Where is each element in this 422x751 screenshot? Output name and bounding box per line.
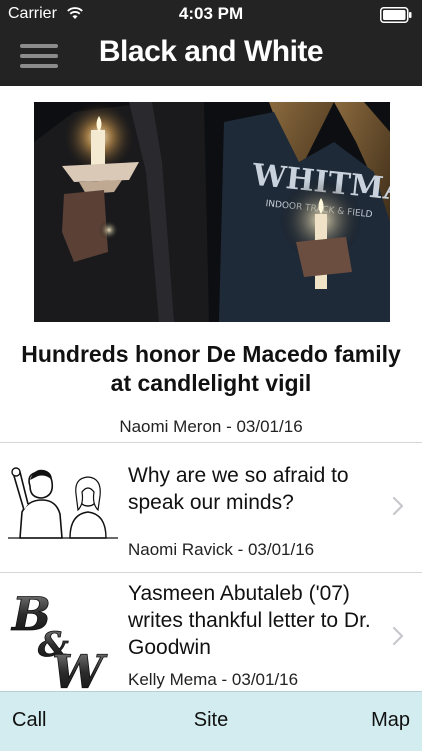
featured-photo: WHITMAN INDOOR TRACK & FIELD	[34, 102, 390, 322]
speaking-people-illustration	[8, 452, 118, 562]
app-title: Black and White	[98, 35, 324, 68]
status-time: 4:03 PM	[178, 4, 244, 23]
chevron-right-icon	[392, 626, 404, 646]
article-title[interactable]: Yasmeen Abutaleb ('07) writes thankful l…	[128, 580, 376, 661]
bottom-tab-bar: Call Site Map	[0, 691, 422, 751]
chevron-right-icon	[392, 496, 404, 516]
article-list[interactable]: WHITMAN INDOOR TRACK & FIELD Hundreds ho…	[0, 86, 422, 691]
list-item[interactable]: Why are we so afraid to speak our minds?…	[0, 442, 422, 573]
article-thumbnail: B & W	[8, 582, 118, 691]
featured-article[interactable]: WHITMAN INDOOR TRACK & FIELD Hundreds ho…	[0, 86, 422, 443]
article-title[interactable]: Why are we so afraid to speak our minds?	[128, 462, 376, 516]
svg-text:W: W	[52, 645, 108, 691]
article-byline: Kelly Mema - 03/01/16	[128, 670, 299, 689]
nav-bar: Black and White	[0, 30, 422, 86]
battery-icon	[380, 7, 412, 23]
status-bar: Carrier 4:03 PM	[0, 0, 422, 30]
featured-byline: Naomi Meron - 03/01/16	[119, 417, 303, 436]
vigil-photo-illustration: WHITMAN INDOOR TRACK & FIELD	[34, 102, 390, 322]
tab-map[interactable]: Map	[371, 709, 410, 732]
article-byline: Naomi Ravick - 03/01/16	[128, 540, 315, 559]
tab-site[interactable]: Site	[0, 709, 422, 732]
article-thumbnail	[8, 452, 118, 562]
bw-logo: B & W	[8, 582, 118, 691]
featured-headline[interactable]: Hundreds honor De Macedo family at candl…	[20, 340, 402, 398]
list-item[interactable]: B & W Yasmeen Abutaleb ('07) writes than…	[0, 572, 422, 691]
